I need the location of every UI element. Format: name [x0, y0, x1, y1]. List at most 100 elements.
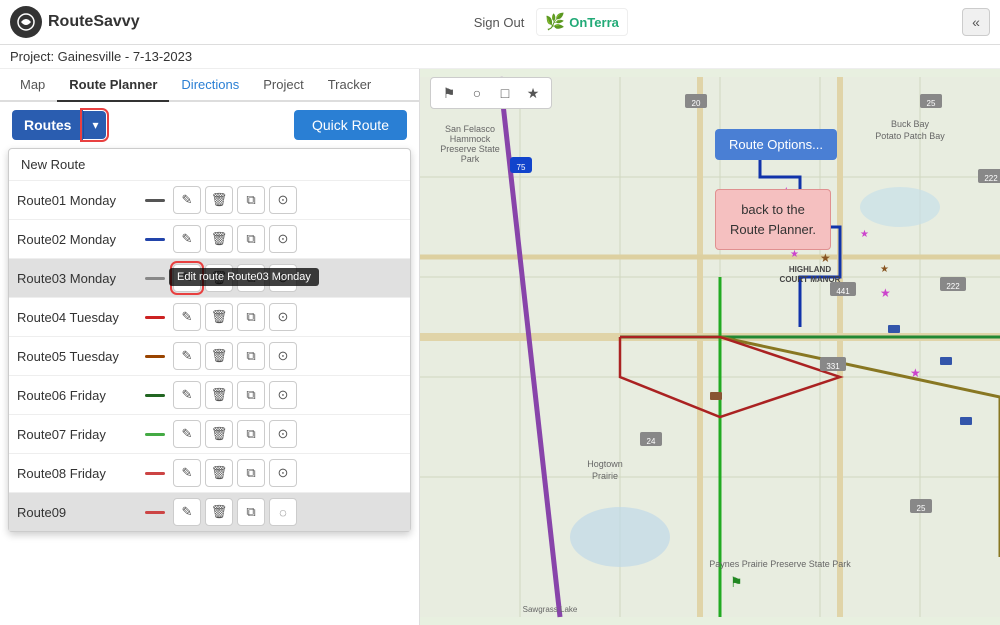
- collapse-button[interactable]: «: [962, 8, 990, 36]
- tab-map[interactable]: Map: [8, 69, 57, 102]
- svg-text:★: ★: [880, 264, 889, 275]
- copy-route-button[interactable]: ⧉: [237, 186, 265, 214]
- map-svg: 75 ★ ★ ★ ★ ★ ★ ★ ⚑: [420, 69, 1000, 625]
- delete-route-button[interactable]: 🗑: [205, 225, 233, 253]
- tab-directions[interactable]: Directions: [169, 69, 251, 102]
- svg-text:Potato Patch Bay: Potato Patch Bay: [875, 131, 945, 141]
- toggle-route-button[interactable]: ⊙: [269, 420, 297, 448]
- svg-text:25: 25: [927, 99, 936, 108]
- toggle-route-button[interactable]: ⊙: [269, 264, 297, 292]
- route-name: Route06 Friday: [17, 388, 137, 403]
- edit-route-button[interactable]: ✎: [173, 498, 201, 526]
- delete-route-button[interactable]: 🗑: [205, 459, 233, 487]
- route-name: Route09: [17, 505, 137, 520]
- copy-route-button[interactable]: ⧉: [237, 342, 265, 370]
- map-area[interactable]: ⚑ ○ □ ★ Route Options... back to theRout…: [420, 69, 1000, 625]
- toggle-route-button[interactable]: ◌: [269, 498, 297, 526]
- delete-route-button[interactable]: 🗑: [205, 381, 233, 409]
- table-row: Route04 Tuesday ✎ 🗑 ⧉ ⊙: [9, 298, 410, 337]
- edit-route-button[interactable]: ✎: [173, 186, 201, 214]
- edit-route-button[interactable]: ✎: [173, 303, 201, 331]
- svg-text:Paynes Prairie Preserve State: Paynes Prairie Preserve State Park: [709, 559, 851, 569]
- svg-text:San Felasco: San Felasco: [445, 124, 495, 134]
- route-color-indicator: [145, 199, 165, 202]
- delete-route-button[interactable]: 🗑: [205, 264, 233, 292]
- svg-text:441: 441: [836, 287, 850, 296]
- route-name: Route02 Monday: [17, 232, 137, 247]
- flag-icon[interactable]: ⚑: [437, 81, 461, 105]
- svg-text:222: 222: [946, 282, 960, 291]
- new-route-item[interactable]: New Route: [9, 149, 410, 181]
- route-color-indicator: [145, 238, 165, 241]
- edit-route-button[interactable]: ✎: [173, 342, 201, 370]
- route-color-indicator: [145, 433, 165, 436]
- route-color-indicator: [145, 355, 165, 358]
- copy-route-button[interactable]: ⧉: [237, 225, 265, 253]
- toggle-route-button[interactable]: ⊙: [269, 342, 297, 370]
- route-color-indicator: [145, 316, 165, 319]
- svg-text:Sawgrass Lake: Sawgrass Lake: [523, 605, 578, 614]
- onterra-logo: 🌿 OnTerra: [536, 8, 628, 36]
- copy-route-button[interactable]: ⧉: [237, 264, 265, 292]
- tab-tracker[interactable]: Tracker: [316, 69, 384, 102]
- copy-route-button[interactable]: ⧉: [237, 498, 265, 526]
- svg-text:Hammock: Hammock: [450, 134, 491, 144]
- toggle-route-button[interactable]: ⊙: [269, 225, 297, 253]
- circle-tool-icon[interactable]: ○: [465, 81, 489, 105]
- logo-text: RouteSavvy: [48, 13, 140, 31]
- route-color-indicator: [145, 394, 165, 397]
- route-name: Route04 Tuesday: [17, 310, 137, 325]
- delete-route-button[interactable]: 🗑: [205, 186, 233, 214]
- table-row: Route08 Friday ✎ 🗑 ⧉ ⊙: [9, 454, 410, 493]
- routes-dropdown: New Route Route01 Monday ✎ 🗑 ⧉ ⊙ Route02…: [8, 148, 411, 532]
- route-name: Route05 Tuesday: [17, 349, 137, 364]
- edit-route-button[interactable]: ✎: [173, 420, 201, 448]
- svg-text:Prairie: Prairie: [592, 471, 618, 481]
- route-name: Route03 Monday: [17, 271, 137, 286]
- toggle-route-button[interactable]: ⊙: [269, 459, 297, 487]
- route-name: Route01 Monday: [17, 193, 137, 208]
- square-tool-icon[interactable]: □: [493, 81, 517, 105]
- sign-out-link[interactable]: Sign Out: [474, 15, 525, 30]
- tab-project[interactable]: Project: [251, 69, 315, 102]
- copy-route-button[interactable]: ⧉: [237, 381, 265, 409]
- route-name: Route08 Friday: [17, 466, 137, 481]
- delete-route-button[interactable]: 🗑: [205, 498, 233, 526]
- header-center: Sign Out 🌿 OnTerra: [140, 8, 962, 36]
- edit-route-button[interactable]: ✎: [173, 381, 201, 409]
- copy-route-button[interactable]: ⧉: [237, 459, 265, 487]
- tab-route-planner[interactable]: Route Planner: [57, 69, 169, 102]
- onterra-leaf-icon: 🌿: [545, 12, 565, 32]
- project-bar: Project: Gainesville - 7-13-2023: [0, 45, 1000, 69]
- quick-route-button[interactable]: Quick Route: [294, 110, 407, 140]
- table-row: Route07 Friday ✎ 🗑 ⧉ ⊙: [9, 415, 410, 454]
- route-options-panel[interactable]: Route Options...: [715, 129, 837, 160]
- svg-text:331: 331: [826, 362, 840, 371]
- copy-route-button[interactable]: ⧉: [237, 420, 265, 448]
- delete-route-button[interactable]: 🗑: [205, 420, 233, 448]
- logo: RouteSavvy: [10, 6, 140, 38]
- edit-route-button[interactable]: ✎: [173, 459, 201, 487]
- svg-text:Preserve State: Preserve State: [440, 144, 500, 154]
- toggle-route-button[interactable]: ⊙: [269, 303, 297, 331]
- svg-text:Park: Park: [461, 154, 480, 164]
- route-color-indicator: [145, 472, 165, 475]
- star-tool-icon[interactable]: ★: [521, 81, 545, 105]
- copy-route-button[interactable]: ⧉: [237, 303, 265, 331]
- toggle-route-button[interactable]: ⊙: [269, 186, 297, 214]
- routes-dropdown-arrow[interactable]: ▾: [83, 111, 106, 139]
- svg-text:75: 75: [517, 163, 526, 172]
- back-to-planner-panel: back to theRoute Planner.: [715, 189, 831, 250]
- edit-route-button[interactable]: ✎: [173, 225, 201, 253]
- table-row: Route05 Tuesday ✎ 🗑 ⧉ ⊙: [9, 337, 410, 376]
- route-color-indicator: [145, 277, 165, 280]
- routes-main-button[interactable]: Routes: [12, 110, 83, 140]
- delete-route-button[interactable]: 🗑: [205, 303, 233, 331]
- svg-text:Hogtown: Hogtown: [587, 459, 623, 469]
- route-name: Route07 Friday: [17, 427, 137, 442]
- toggle-route-button[interactable]: ⊙: [269, 381, 297, 409]
- svg-text:★: ★: [860, 229, 869, 240]
- table-row: Route01 Monday ✎ 🗑 ⧉ ⊙: [9, 181, 410, 220]
- delete-route-button[interactable]: 🗑: [205, 342, 233, 370]
- edit-route-button[interactable]: ✎: [173, 264, 201, 292]
